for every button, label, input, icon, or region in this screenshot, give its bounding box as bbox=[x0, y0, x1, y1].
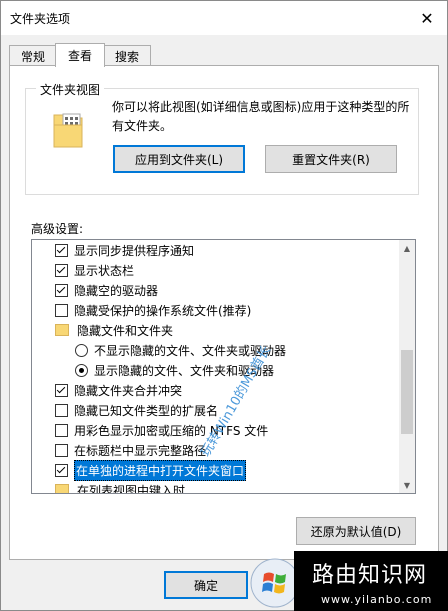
restore-defaults-button[interactable]: 还原为默认值(D) bbox=[296, 517, 416, 545]
list-item[interactable]: 用彩色显示加密或压缩的 NTFS 文件 bbox=[55, 420, 415, 440]
item-label: 在标题栏中显示完整路径 bbox=[74, 443, 207, 458]
tab-general[interactable]: 常规 bbox=[9, 45, 57, 66]
folder-options-dialog: 文件夹选项 ✕ 常规 查看 搜索 文件夹视图 你可以将此视图(如详细信息或图标)… bbox=[0, 0, 448, 611]
apply-to-folders-label: 应用到文件夹(L) bbox=[134, 152, 224, 167]
radio-unchecked[interactable] bbox=[75, 343, 88, 357]
list-item[interactable]: 在标题栏中显示完整路径 bbox=[55, 440, 415, 460]
list-item[interactable]: 隐藏空的驱动器 bbox=[55, 280, 415, 300]
ok-label: 确定 bbox=[193, 578, 218, 593]
checkbox-checked[interactable] bbox=[55, 383, 68, 397]
item-label: 显示状态栏 bbox=[74, 263, 135, 278]
item-label: 隐藏文件夹合并冲突 bbox=[74, 383, 183, 398]
tab-label: 常规 bbox=[20, 49, 45, 64]
scroll-up-icon[interactable]: ▲ bbox=[399, 240, 415, 256]
checkbox-unchecked[interactable] bbox=[55, 403, 68, 417]
title-bar: 文件夹选项 ✕ bbox=[1, 1, 447, 35]
folder-views-description: 你可以将此视图(如详细信息或图标)应用于这种类型的所有文件夹。 bbox=[112, 100, 410, 133]
item-label: 隐藏已知文件类型的扩展名 bbox=[74, 403, 219, 418]
item-label: 隐藏受保护的操作系统文件(推荐) bbox=[74, 303, 252, 318]
list-item[interactable]: 显示状态栏 bbox=[55, 260, 415, 280]
scroll-down-icon[interactable]: ▼ bbox=[399, 477, 415, 493]
vertical-scrollbar[interactable]: ▲ ▼ bbox=[399, 240, 415, 493]
checkbox-checked[interactable] bbox=[55, 283, 68, 297]
reset-folders-label: 重置文件夹(R) bbox=[292, 152, 370, 167]
tab-label: 搜索 bbox=[114, 49, 139, 64]
apply-to-folders-button[interactable]: 应用到文件夹(L) bbox=[113, 145, 245, 173]
folder-icon bbox=[55, 324, 69, 336]
scroll-thumb[interactable] bbox=[401, 350, 413, 434]
radio-checked[interactable] bbox=[75, 363, 88, 377]
advanced-settings-label: 高级设置: bbox=[31, 222, 84, 236]
folder-view-icon bbox=[53, 113, 83, 148]
tab-search[interactable]: 搜索 bbox=[103, 45, 151, 66]
item-label: 隐藏文件和文件夹 bbox=[77, 323, 174, 338]
checkbox-unchecked[interactable] bbox=[55, 303, 68, 317]
site-logo-url: www.yilanbo.com bbox=[321, 593, 433, 606]
window-title: 文件夹选项 bbox=[10, 12, 71, 26]
advanced-settings-list[interactable]: 显示同步提供程序通知 显示状态栏 隐藏空的驱动器 隐藏受保护的操作系统文件(推荐… bbox=[31, 239, 416, 494]
list-group-header: 在列表视图中键入时 bbox=[55, 480, 415, 494]
checkbox-checked[interactable] bbox=[55, 263, 68, 277]
close-icon[interactable]: ✕ bbox=[415, 6, 439, 30]
checkbox-checked[interactable] bbox=[55, 243, 68, 257]
folder-views-title: 文件夹视图 bbox=[36, 81, 105, 98]
restore-defaults-label: 还原为默认值(D) bbox=[310, 524, 402, 539]
site-logo-title: 路由知识网 bbox=[312, 563, 428, 588]
item-label: 用彩色显示加密或压缩的 NTFS 文件 bbox=[74, 423, 269, 438]
site-logo: 路由知识网 www.yilanbo.com bbox=[294, 551, 448, 611]
list-item[interactable]: 不显示隐藏的文件、文件夹或驱动器 bbox=[75, 340, 415, 360]
ok-button[interactable]: 确定 bbox=[164, 571, 248, 599]
checkbox-unchecked[interactable] bbox=[55, 423, 68, 437]
item-label: 显示同步提供程序通知 bbox=[74, 243, 195, 258]
list-item-selected[interactable]: 在单独的进程中打开文件夹窗口 bbox=[55, 459, 415, 481]
reset-folders-button[interactable]: 重置文件夹(R) bbox=[265, 145, 397, 173]
item-label: 在单独的进程中打开文件夹窗口 bbox=[74, 459, 247, 481]
tab-view[interactable]: 查看 bbox=[55, 43, 105, 67]
checkbox-checked[interactable] bbox=[55, 463, 68, 477]
item-label: 在列表视图中键入时 bbox=[77, 483, 186, 494]
list-item[interactable]: 显示同步提供程序通知 bbox=[55, 240, 415, 260]
list-item[interactable]: 隐藏受保护的操作系统文件(推荐) bbox=[55, 300, 415, 320]
folder-icon bbox=[55, 484, 69, 493]
tab-label: 查看 bbox=[67, 49, 92, 63]
list-group-header: 隐藏文件和文件夹 bbox=[55, 320, 415, 340]
checkbox-unchecked[interactable] bbox=[55, 443, 68, 457]
item-label: 隐藏空的驱动器 bbox=[74, 283, 159, 298]
windows-logo-icon bbox=[250, 558, 300, 608]
